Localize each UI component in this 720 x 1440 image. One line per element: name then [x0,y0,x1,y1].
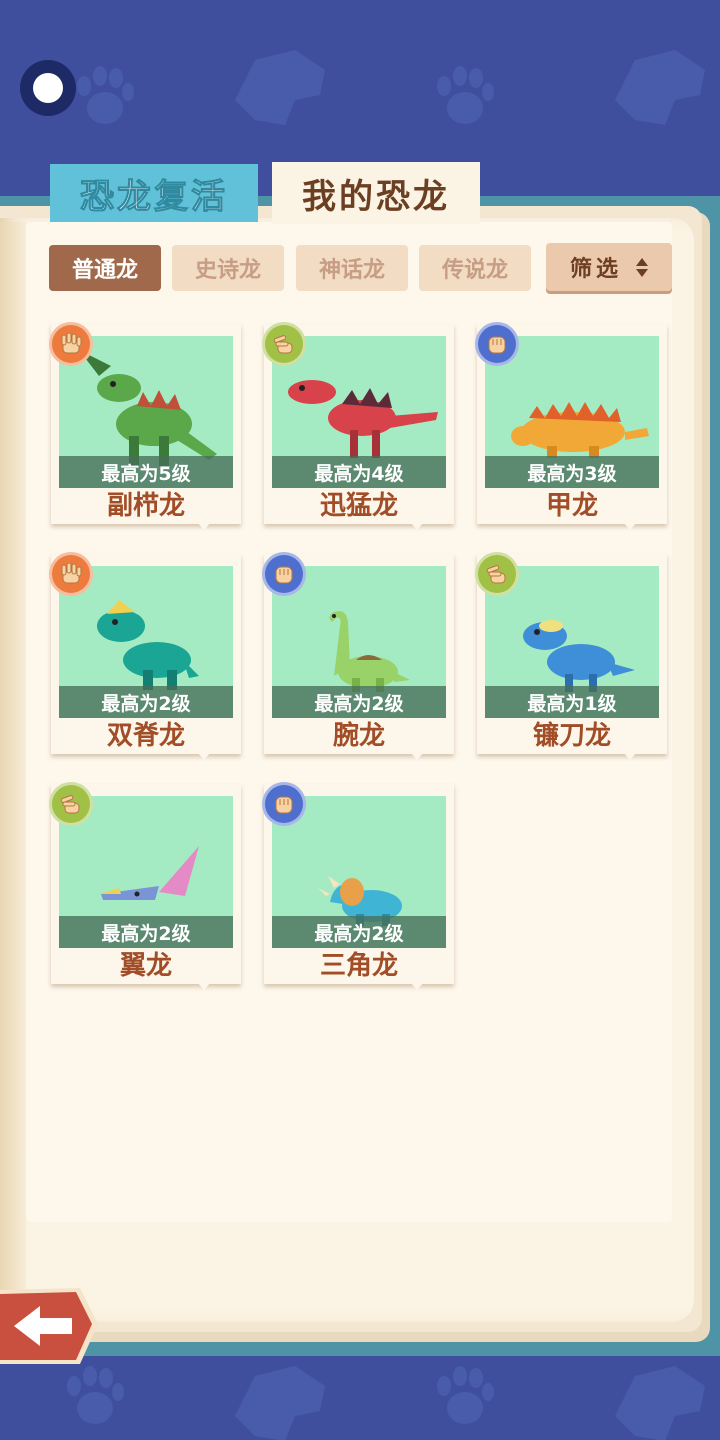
filter-button[interactable]: 筛选 [546,243,672,291]
sort-arrows-icon [636,257,648,277]
dino-head-silhouette-icon [235,1366,325,1440]
badge-palm [49,552,93,596]
paw-print-icon [77,66,134,124]
dino-name: 副栉龙 [106,491,185,521]
dino-name: 三角龙 [319,951,398,981]
max-level-label: 最高为2级 [59,686,233,718]
max-level-label: 最高为2级 [272,916,446,948]
palm-hand-icon [61,333,82,354]
palm-hand-icon [61,563,82,584]
menu-button[interactable] [20,60,76,116]
badge-fist [262,782,306,826]
badge-palm [49,322,93,366]
paw-print-icon [437,66,494,124]
badge-fist [262,552,306,596]
max-level-label: 最高为3级 [485,456,659,488]
dino-name: 翼龙 [119,951,172,981]
filter-label: 筛选 [569,257,622,282]
dino-head-silhouette-icon [615,50,705,125]
dino-card[interactable]: 最高为5级 副栉龙 [49,322,241,530]
dino-card[interactable]: 最高为2级 三角龙 [262,782,454,990]
rarity-tab-mythic[interactable]: 神话龙 [296,245,408,291]
dino-name: 甲龙 [545,491,598,521]
tab-my-dinos[interactable]: 我的恐龙 [272,162,480,224]
badge-scissors [262,322,306,366]
max-level-label: 最高为1级 [485,686,659,718]
max-level-label: 最高为2级 [59,916,233,948]
scissors-hand-icon [273,335,293,354]
badge-scissors [49,782,93,826]
dino-head-silhouette-icon [235,50,325,125]
paw-print-icon [437,1366,494,1424]
book-spine [0,222,26,1322]
dino-card[interactable]: 最高为3级 甲龙 [475,322,667,530]
fist-hand-icon [275,566,293,584]
max-level-label: 最高为5级 [59,456,233,488]
dino-name: 双脊龙 [106,721,185,751]
dino-head-silhouette-icon [615,1366,705,1440]
scissors-hand-icon [60,795,80,814]
dino-card[interactable]: 最高为2级 腕龙 [262,552,454,760]
scissors-hand-icon [486,565,506,584]
fist-hand-icon [488,336,506,354]
rarity-tab-common[interactable]: 普通龙 [49,245,161,291]
rarity-tab-epic[interactable]: 史诗龙 [172,245,284,291]
tab-dino-revive[interactable]: 恐龙复活 [50,164,258,222]
dino-card[interactable]: 最高为2级 翼龙 [49,782,241,990]
fist-hand-icon [275,796,293,814]
dino-name: 腕龙 [332,721,385,751]
badge-scissors [475,552,519,596]
badge-fist [475,322,519,366]
dino-card[interactable]: 最高为4级 迅猛龙 [262,322,454,530]
dino-name: 镰刀龙 [532,721,611,751]
max-level-label: 最高为4级 [272,456,446,488]
max-level-label: 最高为2级 [272,686,446,718]
dino-card[interactable]: 最高为2级 双脊龙 [49,552,241,760]
dino-name: 迅猛龙 [319,491,398,521]
rarity-tab-legendary[interactable]: 传说龙 [419,245,531,291]
paw-print-icon [67,1366,124,1424]
back-button[interactable] [0,1284,100,1368]
dino-card[interactable]: 最高为1级 镰刀龙 [475,552,667,760]
